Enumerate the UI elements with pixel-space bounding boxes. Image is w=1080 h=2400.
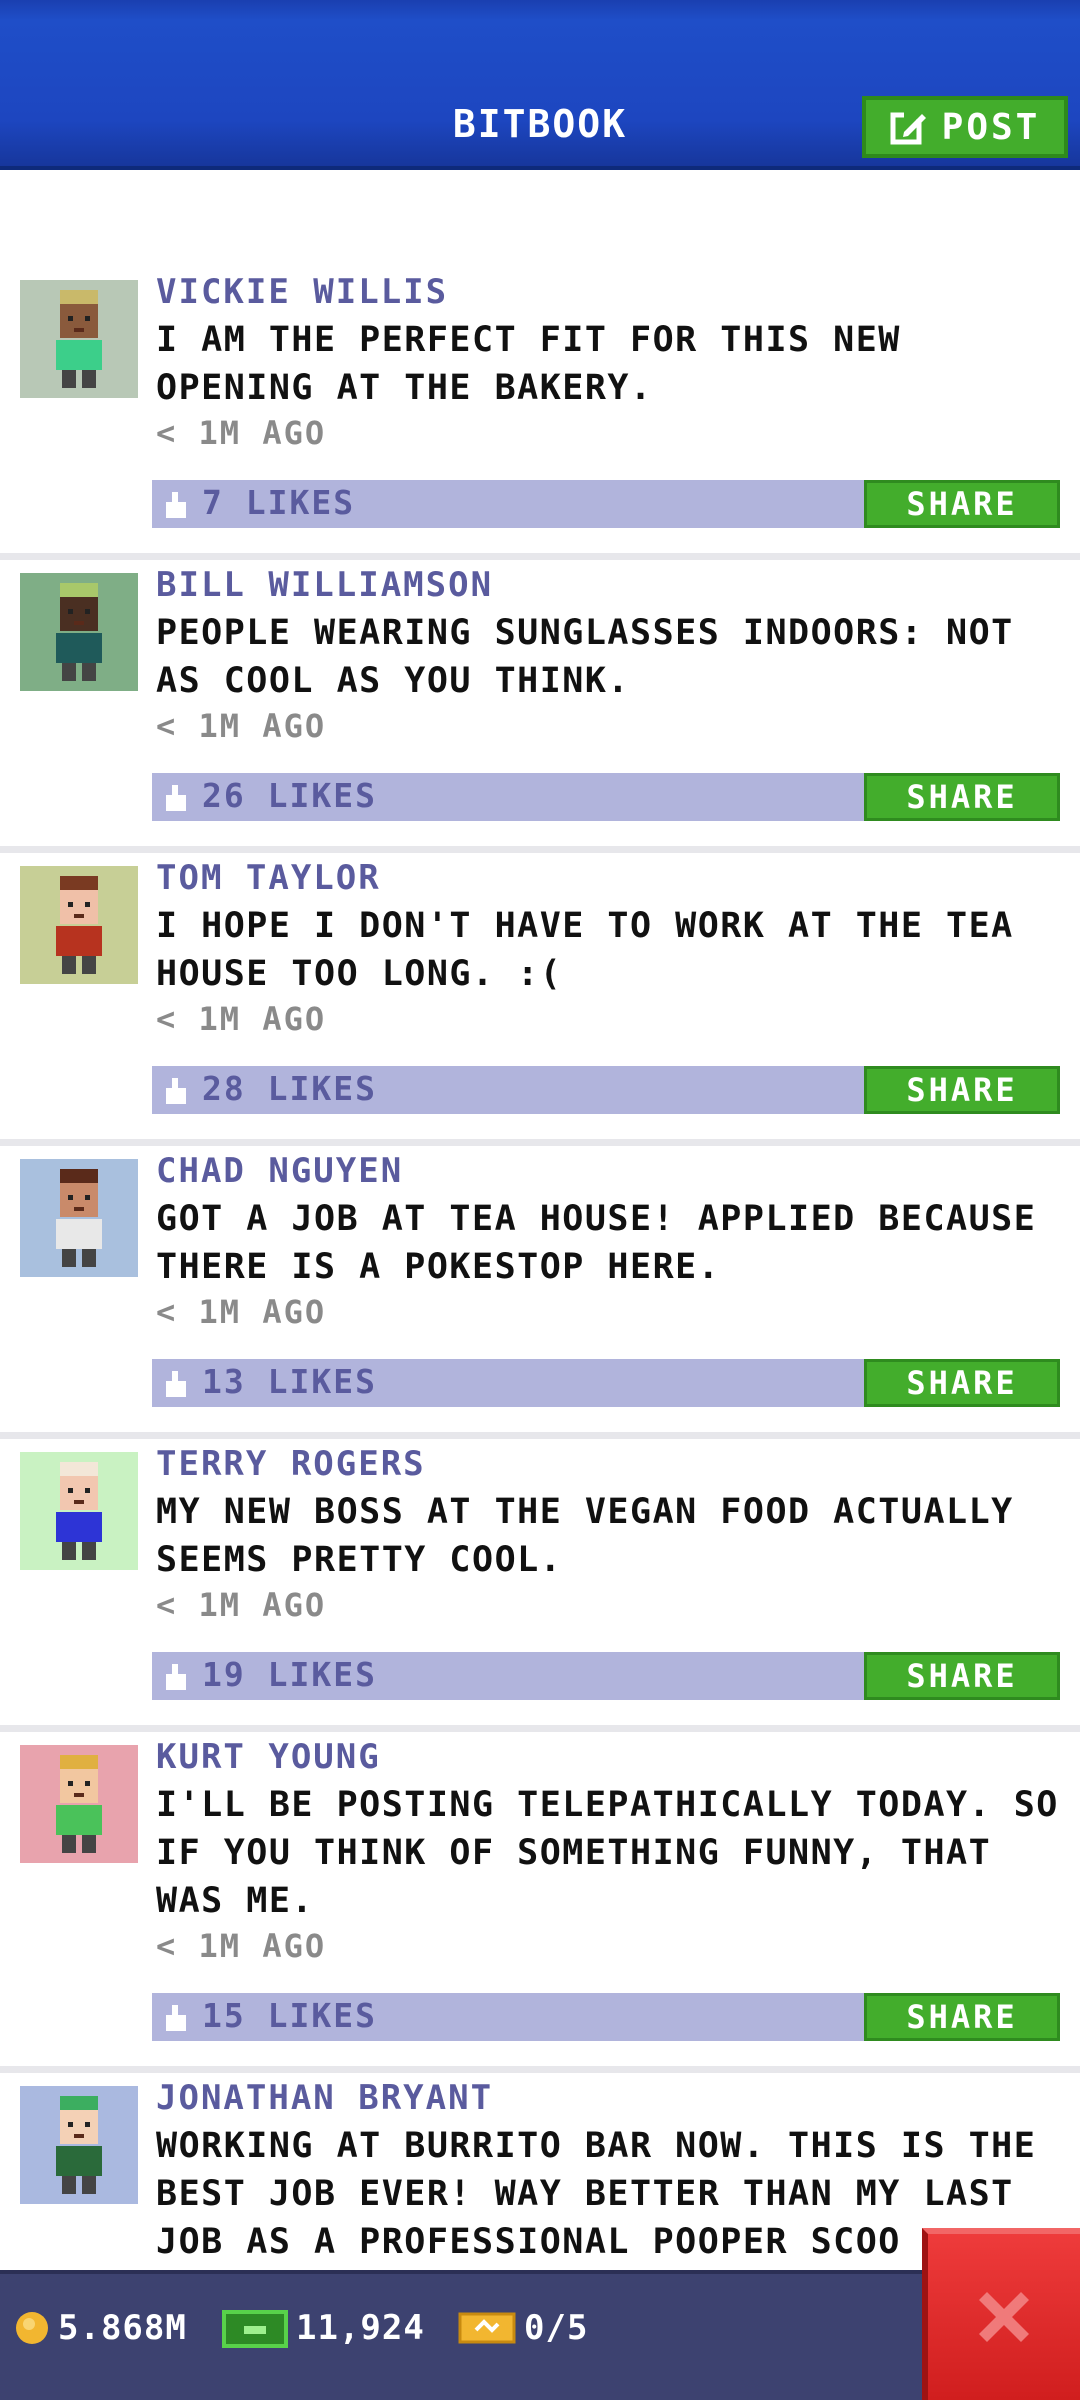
post-time: < 1M AGO (156, 1586, 327, 1624)
coins-value: 5.868M (58, 2308, 187, 2348)
likes-bar: 13 LIKES SHARE (152, 1359, 1060, 1407)
share-button[interactable]: SHARE (864, 480, 1060, 528)
avatar-figure (20, 2086, 138, 2204)
avatar-figure (20, 1159, 138, 1277)
avatar (20, 573, 138, 691)
compose-icon (890, 111, 926, 145)
post-time: < 1M AGO (156, 1927, 327, 1965)
post-text: I'LL BE POSTING TELEPATHICALLY TODAY. SO… (156, 1785, 1059, 1921)
post-time: < 1M AGO (156, 1000, 327, 1038)
post-text: PEOPLE WEARING SUNGLASSES INDOORS: NOT A… (156, 613, 1014, 701)
post-item: TOM TAYLOR I HOPE I DON'T HAVE TO WORK A… (0, 858, 1080, 1146)
share-button[interactable]: SHARE (864, 1359, 1060, 1407)
likes-bar: 28 LIKES SHARE (152, 1066, 1060, 1114)
post-author[interactable]: VICKIE WILLIS (156, 272, 448, 312)
thumbs-up-icon[interactable] (162, 2005, 190, 2035)
post-item: KURT YOUNG I'LL BE POSTING TELEPATHICALL… (0, 1737, 1080, 2073)
avatar-figure (20, 573, 138, 691)
avatar-figure (20, 280, 138, 398)
close-button[interactable] (922, 2228, 1080, 2400)
share-button[interactable]: SHARE (864, 1652, 1060, 1700)
post-item: BILL WILLIAMSON PEOPLE WEARING SUNGLASSE… (0, 565, 1080, 853)
likes-count: 28 LIKES (202, 1069, 377, 1108)
post-item: JONATHAN BRYANT WORKING AT BURRITO BAR N… (0, 2078, 1080, 2270)
post-text: I AM THE PERFECT FIT FOR THIS NEW OPENIN… (156, 320, 901, 408)
likes-bar: 15 LIKES SHARE (152, 1993, 1060, 2041)
tickets-stat: 0/5 (458, 2298, 588, 2358)
avatar-figure (20, 866, 138, 984)
thumbs-up-icon[interactable] (162, 1078, 190, 1108)
post-button[interactable]: POST (862, 96, 1068, 158)
avatar-figure (20, 1452, 138, 1570)
post-author[interactable]: KURT YOUNG (156, 1737, 381, 1777)
close-icon (979, 2292, 1029, 2342)
cash-value: 11,924 (296, 2308, 425, 2348)
post-time: < 1M AGO (156, 414, 327, 452)
thumbs-up-icon[interactable] (162, 1371, 190, 1401)
likes-count: 15 LIKES (202, 1996, 377, 2035)
coin-icon (16, 2312, 48, 2344)
post-author[interactable]: JONATHAN BRYANT (156, 2078, 493, 2118)
share-button[interactable]: SHARE (864, 773, 1060, 821)
share-button[interactable]: SHARE (864, 1066, 1060, 1114)
likes-bar: 26 LIKES SHARE (152, 773, 1060, 821)
cash-stat: 11,924 (222, 2298, 425, 2358)
likes-count: 19 LIKES (202, 1655, 377, 1694)
likes-bar: 7 LIKES SHARE (152, 480, 1060, 528)
thumbs-up-icon[interactable] (162, 785, 190, 815)
post-time: < 1M AGO (156, 707, 327, 745)
post-button-label: POST (941, 106, 1041, 148)
post-author[interactable]: TERRY ROGERS (156, 1444, 426, 1484)
avatar (20, 1159, 138, 1277)
likes-count: 26 LIKES (202, 776, 377, 815)
post-feed[interactable]: VICKIE WILLIS I AM THE PERFECT FIT FOR T… (0, 170, 1080, 2270)
thumbs-up-icon[interactable] (162, 1664, 190, 1694)
coins-stat: 5.868M (14, 2298, 187, 2358)
avatar (20, 1452, 138, 1570)
likes-count: 7 LIKES (202, 483, 356, 522)
tickets-value: 0/5 (524, 2308, 589, 2348)
post-time: < 1M AGO (156, 1293, 327, 1331)
avatar (20, 1745, 138, 1863)
share-button[interactable]: SHARE (864, 1993, 1060, 2041)
post-item: TERRY ROGERS MY NEW BOSS AT THE VEGAN FO… (0, 1444, 1080, 1732)
app-header: BITBOOK POST (0, 0, 1080, 170)
avatar (20, 280, 138, 398)
status-bar: 5.868M 11,924 0/5 (0, 2270, 1080, 2400)
post-text: I HOPE I DON'T HAVE TO WORK AT THE TEA H… (156, 906, 1014, 994)
avatar (20, 866, 138, 984)
likes-count: 13 LIKES (202, 1362, 377, 1401)
post-text: GOT A JOB AT TEA HOUSE! APPLIED BECAUSE … (156, 1199, 1037, 1287)
ticket-icon (458, 2312, 516, 2344)
post-item: VICKIE WILLIS I AM THE PERFECT FIT FOR T… (0, 272, 1080, 560)
thumbs-up-icon[interactable] (162, 492, 190, 522)
likes-bar: 19 LIKES SHARE (152, 1652, 1060, 1700)
post-text: MY NEW BOSS AT THE VEGAN FOOD ACTUALLY S… (156, 1492, 1014, 1580)
post-author[interactable]: TOM TAYLOR (156, 858, 381, 898)
avatar-figure (20, 1745, 138, 1863)
post-author[interactable]: CHAD NGUYEN (156, 1151, 403, 1191)
avatar (20, 2086, 138, 2204)
post-author[interactable]: BILL WILLIAMSON (156, 565, 493, 605)
post-item: CHAD NGUYEN GOT A JOB AT TEA HOUSE! APPL… (0, 1151, 1080, 1439)
cash-icon (222, 2310, 288, 2348)
